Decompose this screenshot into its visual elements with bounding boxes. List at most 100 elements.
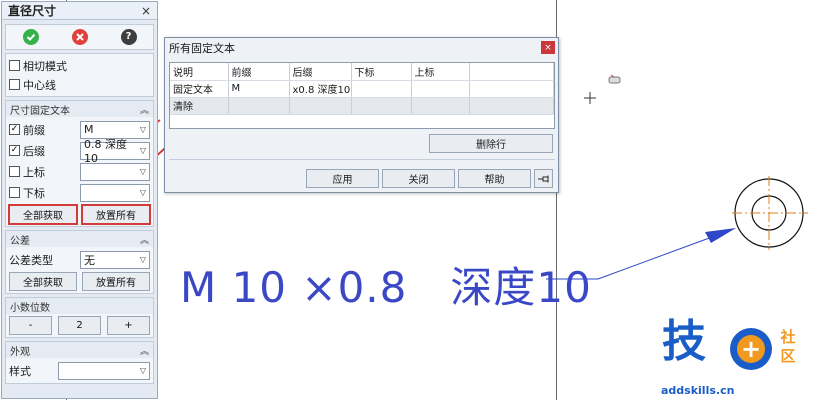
table-cell[interactable] (411, 80, 470, 98)
checkbox-checked[interactable]: ✓ (9, 124, 20, 135)
decimals-header: 小数位数 (6, 298, 153, 314)
place-all-button[interactable]: 放置所有 (81, 204, 151, 225)
delete-row-button[interactable]: 删除行 (429, 134, 553, 153)
collapse-chevron-icon[interactable]: ︽ (140, 233, 149, 246)
suffix-combo[interactable]: 0.8 深度10 ▽ (80, 138, 150, 165)
help-button[interactable]: ? (120, 29, 137, 45)
decrement-button[interactable]: - (9, 316, 52, 335)
panel-title-bar: 直径尺寸 × (2, 2, 157, 20)
prefix-label: 前缀 (23, 123, 45, 137)
question-circle-icon: ? (125, 31, 132, 42)
decimals-group: 小数位数 - 2 + (5, 297, 154, 338)
cancel-button[interactable] (71, 29, 88, 45)
table-row[interactable]: 清除 (170, 97, 554, 115)
logo-side-bottom: 区 (780, 347, 796, 365)
property-panel: 直径尺寸 × ? 相切模式 中心线 尺寸固定文本 ︽ ✓ 前缀 M ▽ ✓ 后缀… (1, 1, 158, 399)
tolerance-place-all-button[interactable]: 放置所有 (82, 272, 150, 291)
fixed-text-group: 尺寸固定文本 ︽ ✓ 前缀 M ▽ ✓ 后缀 0.8 深度10 ▽ 上标 ▽ 下标 ▽ … (5, 100, 154, 227)
column-header: 下标 (351, 63, 412, 81)
table-cell[interactable] (351, 80, 412, 98)
style-combo[interactable]: ▽ (58, 361, 150, 380)
dialog-title-bar[interactable]: 所有固定文本 × (165, 38, 558, 57)
decimals-value[interactable]: 2 (58, 316, 101, 335)
logo-url: addskills.cn (661, 384, 735, 397)
dimension-text: M 10 ×0.8 深度10 (180, 263, 592, 312)
logo-plus-icon: + (730, 328, 772, 370)
ok-button[interactable] (22, 29, 39, 45)
chevron-down-icon: ▽ (139, 125, 146, 134)
fixed-text-buttons: 全部获取 放置所有 (8, 204, 151, 225)
appearance-title: 外观 (10, 346, 30, 358)
tolerance-buttons: 全部获取 放置所有 (9, 272, 150, 291)
table-cell[interactable] (289, 97, 352, 115)
fixed-text-grid[interactable]: 说明 前缀 后缀 下标 上标 固定文本 M x0.8 深度10 清除 (169, 62, 555, 129)
superscript-row: 上标 ▽ (9, 161, 150, 182)
checkbox-box[interactable] (9, 60, 20, 71)
table-cell[interactable]: M (228, 80, 290, 98)
style-row: 样式 ▽ (9, 360, 150, 381)
table-cell-filler (469, 80, 554, 98)
subscript-combo[interactable]: ▽ (80, 183, 150, 202)
column-header: 上标 (411, 63, 470, 81)
appearance-group: 外观 ︽ 样式 ▽ (5, 341, 154, 384)
panel-close-icon[interactable]: × (141, 4, 151, 18)
column-header: 前缀 (228, 63, 290, 81)
dialog-separator (169, 159, 555, 160)
collapse-chevron-icon[interactable]: ︽ (140, 344, 149, 357)
checkbox-checked[interactable]: ✓ (9, 145, 20, 156)
superscript-checkbox[interactable]: 上标 (9, 164, 45, 180)
subscript-row: 下标 ▽ (9, 182, 150, 203)
checkbox-box[interactable] (9, 166, 20, 177)
decimals-stepper: - 2 + (9, 316, 150, 335)
fixed-text-header[interactable]: 尺寸固定文本 ︽ (6, 101, 153, 117)
column-header: 说明 (170, 63, 229, 81)
leader-line (597, 236, 713, 280)
centerline-label: 中心线 (23, 78, 56, 92)
centerline-checkbox[interactable]: 中心线 (9, 75, 150, 94)
suffix-value: 0.8 深度10 (84, 138, 127, 165)
action-row: ? (5, 24, 154, 50)
chevron-down-icon: ▽ (139, 366, 146, 375)
chevron-down-icon: ▽ (139, 188, 146, 197)
table-cell[interactable] (351, 97, 412, 115)
tolerance-get-all-button[interactable]: 全部获取 (9, 272, 77, 291)
close-button[interactable]: 关闭 (382, 169, 455, 188)
logo-plus-glyph: + (737, 335, 765, 363)
fixed-text-title: 尺寸固定文本 (10, 105, 70, 117)
checkbox-box[interactable] (9, 187, 20, 198)
tolerance-header[interactable]: 公差 ︽ (6, 231, 153, 247)
table-header-row: 说明 前缀 后缀 下标 上标 (170, 63, 554, 81)
tolerance-type-combo[interactable]: 无 ▽ (80, 250, 150, 269)
appearance-header[interactable]: 外观 ︽ (6, 342, 153, 358)
dialog-close-button[interactable]: × (541, 41, 555, 54)
chevron-down-icon: ▽ (139, 167, 146, 176)
dialog-title: 所有固定文本 (169, 41, 235, 55)
collapse-chevron-icon[interactable]: ︽ (140, 103, 149, 116)
help-dialog-button[interactable]: 帮助 (458, 169, 531, 188)
table-cell[interactable]: x0.8 深度10 (289, 80, 352, 98)
x-circle-icon (75, 33, 84, 41)
pin-button[interactable] (534, 169, 553, 188)
tolerance-title: 公差 (10, 235, 30, 247)
get-all-button[interactable]: 全部获取 (8, 204, 78, 225)
check-circle-icon (26, 33, 35, 41)
table-cell[interactable] (228, 97, 290, 115)
options-group: 相切模式 中心线 (5, 53, 154, 97)
prefix-checkbox[interactable]: ✓ 前缀 (9, 122, 45, 138)
subscript-checkbox[interactable]: 下标 (9, 185, 45, 201)
logo-side-top: 社 (780, 328, 796, 346)
checkbox-box[interactable] (9, 79, 20, 90)
suffix-checkbox[interactable]: ✓ 后缀 (9, 143, 45, 159)
superscript-combo[interactable]: ▽ (80, 162, 150, 181)
table-row[interactable]: 固定文本 M x0.8 深度10 (170, 80, 554, 98)
suffix-label: 后缀 (23, 144, 45, 158)
table-cell[interactable]: 清除 (170, 97, 229, 115)
increment-button[interactable]: + (107, 316, 150, 335)
apply-button[interactable]: 应用 (306, 169, 379, 188)
table-cell[interactable] (411, 97, 470, 115)
tangent-mode-checkbox[interactable]: 相切模式 (9, 56, 150, 75)
table-cell[interactable]: 固定文本 (170, 80, 229, 98)
fixed-text-dialog: 所有固定文本 × 说明 前缀 后缀 下标 上标 固定文本 M x0.8 深度10 (164, 37, 559, 193)
table-cell-filler (469, 97, 554, 115)
tolerance-type-row: 公差类型 无 ▽ (9, 249, 150, 270)
